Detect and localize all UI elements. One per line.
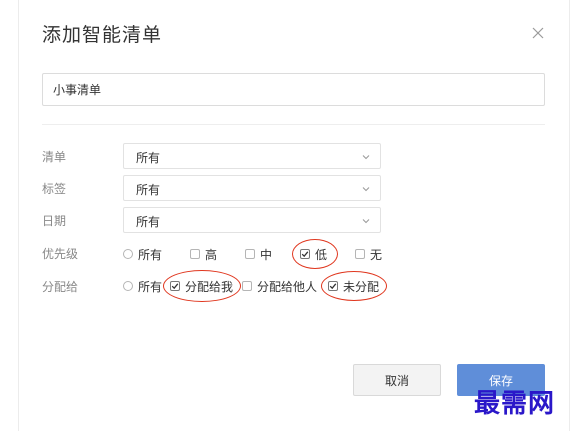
radio-button[interactable]: [123, 249, 133, 259]
chevron-down-icon: [362, 155, 370, 160]
priority-option-medium[interactable]: 中: [245, 246, 272, 262]
option-label: 无: [370, 247, 383, 262]
date-filter-label: 日期: [42, 214, 67, 228]
list-filter-label: 清单: [42, 150, 67, 164]
checkbox-checked[interactable]: [170, 281, 180, 291]
option-label: 未分配: [343, 279, 380, 294]
divider: [42, 124, 545, 125]
checkbox-checked[interactable]: [300, 249, 310, 259]
priority-option-none[interactable]: 无: [355, 246, 382, 262]
option-label: 中: [260, 247, 273, 262]
priority-option-all[interactable]: 所有: [123, 246, 162, 262]
list-filter-value: 所有: [136, 151, 161, 165]
priority-label: 优先级: [42, 247, 79, 261]
dialog-title: 添加智能清单: [42, 24, 163, 46]
option-label: 所有: [138, 279, 163, 294]
chevron-down-icon: [362, 219, 370, 224]
check-icon: [301, 251, 309, 258]
assignee-option-all[interactable]: 所有: [123, 278, 162, 294]
checkbox[interactable]: [190, 249, 200, 259]
checkbox-checked[interactable]: [328, 281, 338, 291]
date-filter-select[interactable]: 所有: [123, 207, 381, 233]
smart-list-dialog: 添加智能清单 清单 所有 标签 所有 日期 所有 优先级 所有: [0, 0, 585, 431]
left-edge-line: [18, 0, 19, 431]
list-name-input[interactable]: [42, 73, 545, 106]
assignee-option-others[interactable]: 分配给他人: [242, 278, 317, 294]
option-label: 分配给他人: [257, 279, 318, 294]
tag-filter-select[interactable]: 所有: [123, 175, 381, 201]
checkbox[interactable]: [242, 281, 252, 291]
assignee-option-unassigned[interactable]: 未分配: [328, 278, 379, 294]
assignee-option-me[interactable]: 分配给我: [170, 278, 233, 294]
close-icon[interactable]: [527, 22, 549, 44]
priority-option-low[interactable]: 低: [300, 246, 327, 262]
date-filter-value: 所有: [136, 215, 161, 229]
assignee-label: 分配给: [42, 280, 79, 294]
priority-option-high[interactable]: 高: [190, 246, 217, 262]
checkbox[interactable]: [355, 249, 365, 259]
option-label: 高: [205, 247, 218, 262]
cancel-button[interactable]: 取消: [353, 364, 441, 396]
option-label: 分配给我: [185, 279, 234, 294]
check-icon: [329, 283, 337, 290]
check-icon: [171, 283, 179, 290]
checkbox[interactable]: [245, 249, 255, 259]
right-edge-line: [569, 0, 570, 431]
option-label: 低: [315, 247, 328, 262]
watermark-logo: 最需网: [474, 389, 556, 419]
list-filter-select[interactable]: 所有: [123, 143, 381, 169]
tag-filter-label: 标签: [42, 182, 67, 196]
option-label: 所有: [138, 247, 163, 262]
chevron-down-icon: [362, 187, 370, 192]
tag-filter-value: 所有: [136, 183, 161, 197]
radio-button[interactable]: [123, 281, 133, 291]
